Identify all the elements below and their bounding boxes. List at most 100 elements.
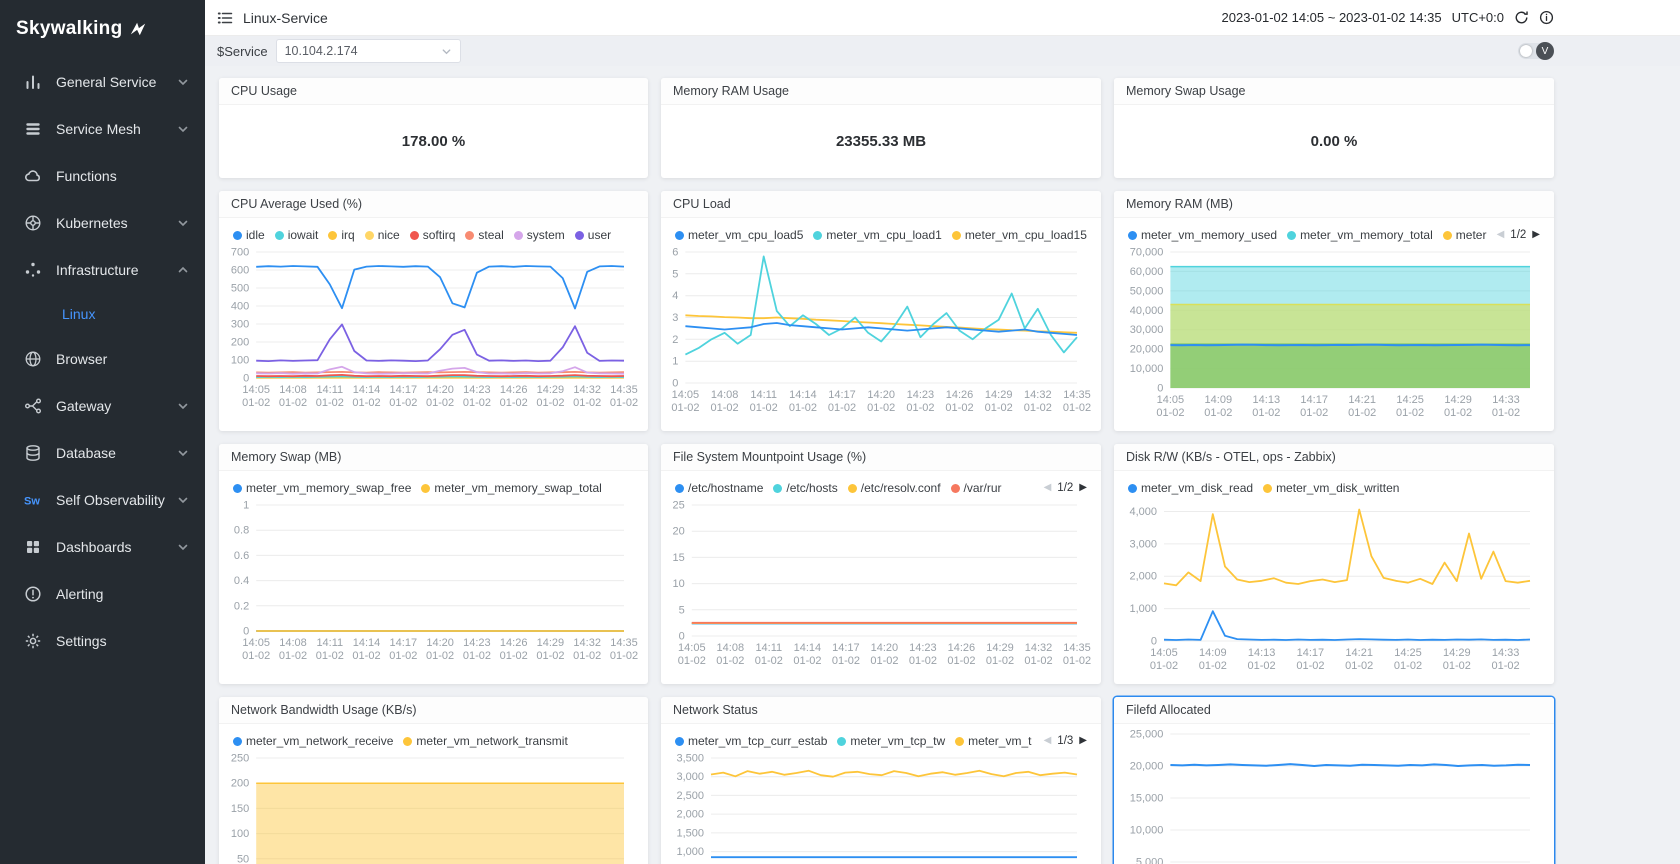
refresh-icon[interactable] (1514, 10, 1529, 25)
legend-item[interactable]: meter_vm_cpu_load5 (675, 228, 803, 242)
legend-dot (813, 231, 822, 240)
legend-dot (952, 231, 961, 240)
svg-text:01-02: 01-02 (279, 650, 307, 662)
legend-item[interactable]: meter_vm_memory_used (1128, 228, 1277, 242)
svg-text:50,000: 50,000 (1130, 285, 1164, 297)
sidebar-item-alerting[interactable]: Alerting (0, 570, 205, 617)
time-range[interactable]: 2023-01-02 14:05 ~ 2023-01-02 14:35 (1222, 10, 1442, 25)
legend-dot (410, 231, 419, 240)
svg-text:01-02: 01-02 (1063, 655, 1091, 667)
svg-text:01-02: 01-02 (832, 655, 860, 667)
pager-prev-icon[interactable]: ◀ (1497, 230, 1505, 240)
view-toggle[interactable]: V (1518, 43, 1552, 59)
sidebar-item-settings[interactable]: Settings (0, 617, 205, 664)
legend-item[interactable]: meter_vm_tcp_tw (837, 734, 945, 748)
legend-item[interactable]: meter_vm_memory_total (1287, 228, 1433, 242)
sidebar-item-functions[interactable]: Functions (0, 152, 205, 199)
svg-text:14:14: 14:14 (353, 384, 381, 396)
svg-text:14:26: 14:26 (500, 637, 528, 649)
legend-item[interactable]: meter_vm_network_receive (233, 734, 393, 748)
pager-next-icon[interactable]: ▶ (1079, 483, 1087, 493)
pager-prev-icon[interactable]: ◀ (1044, 483, 1052, 493)
chart-canvas[interactable]: 010,00020,00030,00040,00050,00060,00070,… (1122, 244, 1546, 427)
legend-item[interactable]: meter_vm_t (955, 734, 1031, 748)
sidebar-item-database[interactable]: Database (0, 429, 205, 476)
cloud-icon (24, 167, 42, 185)
info-icon[interactable] (1539, 10, 1554, 25)
legend-item[interactable]: meter_vm_disk_written (1263, 481, 1399, 495)
sidebar-item-gateway[interactable]: Gateway (0, 382, 205, 429)
chart-legend: /etc/hostname/etc/hosts/etc/resolv.conf /… (661, 471, 1101, 495)
sidebar-item-service-mesh[interactable]: Service Mesh (0, 105, 205, 152)
legend-item[interactable]: meter_vm_network_transmit (403, 734, 567, 748)
legend-item[interactable]: irq (328, 228, 354, 242)
legend-label: meter_vm_network_transmit (416, 734, 567, 748)
pager-prev-icon[interactable]: ◀ (1044, 736, 1052, 746)
legend-item[interactable]: meter_vm_disk_read (1128, 481, 1253, 495)
legend-label: meter_vm_network_receive (246, 734, 393, 748)
sidebar-item-kubernetes[interactable]: Kubernetes (0, 199, 205, 246)
chart-canvas[interactable]: 01,0002,0003,0004,00014:0501-0214:0901-0… (1122, 497, 1546, 680)
legend-item[interactable]: /var/rur (951, 481, 1002, 495)
legend-item[interactable]: meter_vm_tcp_curr_estab (675, 734, 827, 748)
legend-item[interactable]: meter_vm_memory_swap_free (233, 481, 411, 495)
sidebar-item-infrastructure[interactable]: Infrastructure (0, 246, 205, 293)
chart-canvas[interactable]: 05,00010,00015,00020,00025,00014:0501-02… (1122, 726, 1546, 864)
chart-card-cpu-average-used: CPU Average Used (%)idleiowaitirqnicesof… (219, 191, 648, 431)
logo[interactable]: Skywalking (0, 0, 205, 58)
legend-dot (233, 231, 242, 240)
svg-text:14:35: 14:35 (1063, 642, 1091, 654)
legend-item[interactable]: softirq (410, 228, 456, 242)
chart-legend: meter_vm_memory_swap_free meter_vm_memory… (219, 471, 648, 495)
svg-text:01-02: 01-02 (671, 402, 699, 414)
legend-item[interactable]: steal (465, 228, 503, 242)
legend-item[interactable]: system (514, 228, 565, 242)
legend-pager: ◀1/2▶ (1044, 482, 1087, 494)
pager-next-icon[interactable]: ▶ (1532, 230, 1540, 240)
legend-item[interactable]: meter (1443, 228, 1487, 242)
chart-canvas[interactable]: 010020030040050060070014:0501-0214:0801-… (227, 244, 640, 427)
legend-item[interactable]: iowait (275, 228, 319, 242)
legend-label: /var/rur (964, 481, 1002, 495)
legend-item[interactable]: meter_vm_memory_swap_total (421, 481, 601, 495)
chart-canvas[interactable]: 00.20.40.60.8114:0501-0214:0801-0214:110… (227, 497, 640, 680)
legend-item[interactable]: meter_vm_cpu_load1 (813, 228, 941, 242)
svg-text:01-02: 01-02 (1024, 655, 1052, 667)
legend-item[interactable]: idle (233, 228, 265, 242)
svg-text:01-02: 01-02 (1063, 402, 1091, 414)
sidebar-item-self-observability[interactable]: SwSelf Observability (0, 476, 205, 523)
sidebar-item-browser[interactable]: Browser (0, 335, 205, 382)
pager-next-icon[interactable]: ▶ (1079, 736, 1087, 746)
chart-card-memory-swap-mb: Memory Swap (MB)meter_vm_memory_swap_fre… (219, 444, 648, 684)
chevron-down-icon (177, 76, 189, 88)
dashboard-list-icon[interactable] (217, 10, 233, 26)
chart-canvas[interactable]: 051015202514:0501-0214:0801-0214:1101-02… (669, 497, 1093, 680)
svg-text:3: 3 (672, 312, 678, 324)
legend-label: irq (341, 228, 354, 242)
chart-canvas[interactable]: 05001,0001,5002,0002,5003,0003,50014:050… (669, 750, 1093, 864)
gear-icon (24, 632, 42, 650)
legend-label: meter_vm_tcp_tw (850, 734, 945, 748)
legend-item[interactable]: user (575, 228, 611, 242)
infrastructure-icon (24, 261, 42, 279)
sidebar-item-general-service[interactable]: General Service (0, 58, 205, 105)
legend-item[interactable]: meter_vm_cpu_load15 (952, 228, 1087, 242)
sidebar-item-dashboards[interactable]: Dashboards (0, 523, 205, 570)
chart-canvas[interactable]: 012345614:0501-0214:0801-0214:1101-0214:… (669, 244, 1093, 427)
svg-text:14:32: 14:32 (1024, 389, 1052, 401)
legend-item[interactable]: /etc/resolv.conf (848, 481, 941, 495)
service-select[interactable]: 10.104.2.174 (276, 39, 461, 63)
legend-item[interactable]: /etc/hostname (675, 481, 763, 495)
card-title: Memory Swap Usage (1114, 78, 1554, 105)
svg-text:4: 4 (672, 290, 678, 302)
chart-legend: idle iowait irq nice softirq steal system user (219, 218, 648, 242)
legend-label: nice (378, 228, 400, 242)
legend-item[interactable]: nice (365, 228, 400, 242)
svg-text:200: 200 (231, 778, 249, 790)
legend-item[interactable]: /etc/hosts (773, 481, 837, 495)
timezone[interactable]: UTC+0:0 (1452, 10, 1504, 25)
stat-value: 0.00 % (1114, 105, 1554, 178)
sidebar-subitem-linux[interactable]: Linux (0, 293, 205, 335)
svg-text:14:35: 14:35 (1063, 389, 1091, 401)
chart-canvas[interactable]: 05010015020025014:0501-0214:0801-0214:11… (227, 750, 640, 864)
